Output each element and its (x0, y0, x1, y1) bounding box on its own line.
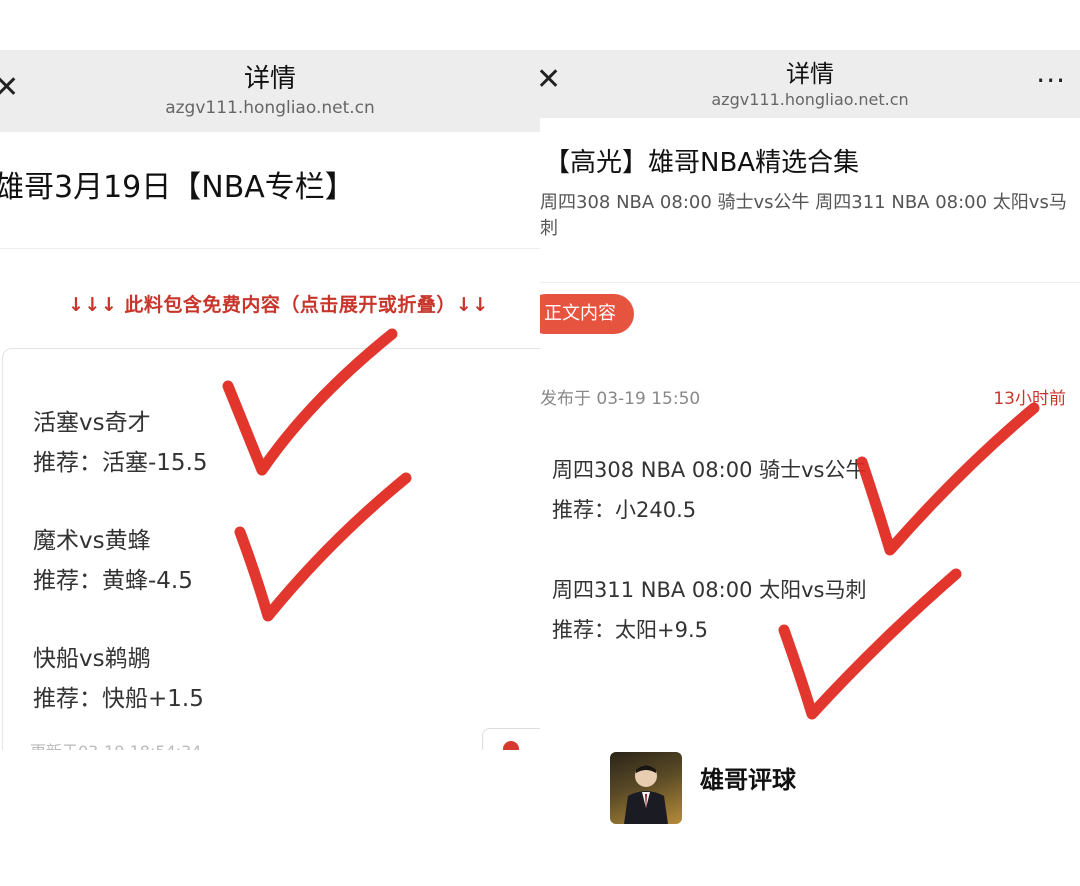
pick-recommendation: 推荐：小240.5 (552, 498, 697, 522)
pick-recommendation: 推荐：活塞-15.5 (33, 450, 208, 476)
divider (540, 282, 1080, 283)
article-subtitle: 周四308 NBA 08:00 骑士vs公牛 周四311 NBA 08:00 太… (540, 192, 1067, 239)
page-url: azgv111.hongliao.net.cn (165, 98, 375, 118)
pick-recommendation: 推荐：太阳+9.5 (552, 618, 708, 642)
author-name: 雄哥评球 (700, 766, 796, 794)
badge-dot-icon (503, 741, 519, 750)
article-title: 雄哥3月19日【NBA专栏】 (0, 170, 355, 205)
more-icon[interactable]: ··· (1036, 64, 1066, 97)
relative-time: 13小时前 (993, 389, 1066, 409)
pick-match: 周四311 NBA 08:00 太阳vs马刺 (552, 578, 867, 602)
body-content-tab[interactable]: 正文内容 (540, 294, 634, 334)
free-content-toggle[interactable]: ↓↓↓ 此料包含免费内容（点击展开或折叠）↓↓ (68, 290, 489, 317)
divider (0, 248, 540, 249)
pick-match: 周四308 NBA 08:00 骑士vs公牛 (552, 458, 867, 482)
pick-match: 快船vs鹈鹕 (33, 646, 151, 672)
page-title: 详情 (786, 60, 834, 88)
publish-time: 发布于 03-19 15:50 (540, 389, 701, 409)
pick-match: 活塞vs奇才 (33, 410, 151, 436)
avatar[interactable] (610, 752, 682, 824)
right-title-bar: ✕ 详情 azgv111.hongliao.net.cn ··· (540, 50, 1080, 118)
left-title-bar: ✕ 详情 azgv111.hongliao.net.cn (0, 50, 540, 132)
pick-match: 魔术vs黄蜂 (33, 528, 151, 554)
updated-time: 更新于03-19 18:54:34 (30, 738, 201, 750)
right-screenshot-panel: ✕ 详情 azgv111.hongliao.net.cn ··· 【高光】雄哥N… (540, 50, 1080, 850)
page-url: azgv111.hongliao.net.cn (711, 90, 909, 109)
picks-card: 活塞vs奇才 推荐：活塞-15.5 魔术vs黄蜂 推荐：黄蜂-4.5 快船vs鹈… (2, 348, 540, 750)
floating-badge-button[interactable] (482, 728, 540, 750)
article-title: 【高光】雄哥NBA精选合集 (544, 148, 860, 178)
pick-recommendation: 推荐：快船+1.5 (33, 686, 204, 712)
pick-recommendation: 推荐：黄蜂-4.5 (33, 568, 193, 594)
left-screenshot-panel: ✕ 详情 azgv111.hongliao.net.cn 雄哥3月19日【NBA… (0, 50, 540, 750)
page-title: 详情 (243, 64, 296, 94)
